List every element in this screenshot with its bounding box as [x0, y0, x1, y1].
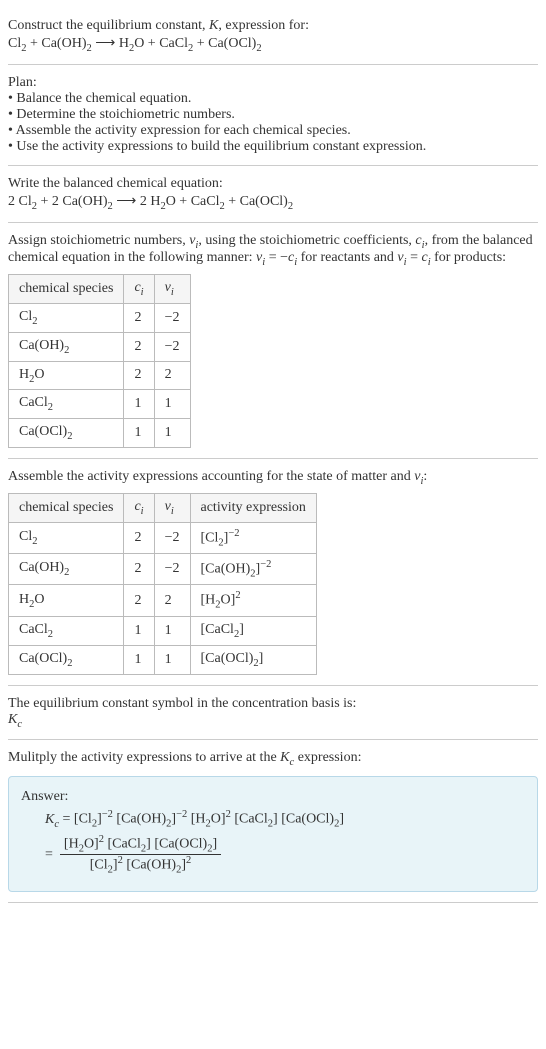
answer-label: Answer: [21, 789, 525, 805]
table-row: CaCl211 [9, 390, 191, 419]
answer-box: Answer: Kc = [Cl2]−2 [Ca(OH)2]−2 [H2O]2 … [8, 776, 538, 892]
col-species: chemical species [9, 275, 124, 304]
table-header-row: chemical species ci νi activity expressi… [9, 493, 317, 522]
answer-eq-line2: = [H2O]2 [CaCl2] [Ca(OCl)2] [Cl2]2 [Ca(O… [45, 834, 525, 876]
activity-table: chemical species ci νi activity expressi… [8, 493, 317, 675]
plan-item: • Use the activity expressions to build … [8, 139, 538, 155]
table-row: CaCl211[CaCl2] [9, 616, 317, 645]
multiply-heading: Mulitply the activity expressions to arr… [8, 750, 538, 768]
plan-heading: Plan: [8, 75, 538, 91]
table-row: H2O22[H2O]2 [9, 585, 317, 616]
activity-heading: Assemble the activity expressions accoun… [8, 469, 538, 487]
balanced-equation: 2 Cl2 + 2 Ca(OH)2 ⟶ 2 H2O + CaCl2 + Ca(O… [8, 192, 538, 212]
plan-item: • Assemble the activity expression for e… [8, 123, 538, 139]
symbol-text: The equilibrium constant symbol in the c… [8, 696, 538, 712]
stoich-table: chemical species ci νi Cl22−2 Ca(OH)22−2… [8, 274, 191, 448]
table-row: Cl22−2[Cl2]−2 [9, 522, 317, 553]
table-row: H2O22 [9, 361, 191, 390]
plan-section: Plan: • Balance the chemical equation. •… [8, 65, 538, 166]
col-expr: activity expression [190, 493, 316, 522]
table-row: Cl22−2 [9, 303, 191, 332]
intro-text: Construct the equilibrium constant, K, e… [8, 18, 538, 34]
col-species: chemical species [9, 493, 124, 522]
table-header-row: chemical species ci νi [9, 275, 191, 304]
intro-equation: Cl2 + Ca(OH)2 ⟶ H2O + CaCl2 + Ca(OCl)2 [8, 34, 538, 54]
multiply-section: Mulitply the activity expressions to arr… [8, 740, 538, 903]
balanced-heading: Write the balanced chemical equation: [8, 176, 538, 192]
balanced-section: Write the balanced chemical equation: 2 … [8, 166, 538, 223]
col-c: ci [124, 275, 154, 304]
col-c: ci [124, 493, 154, 522]
activity-section: Assemble the activity expressions accoun… [8, 459, 538, 686]
stoich-section: Assign stoichiometric numbers, νi, using… [8, 223, 538, 459]
answer-eq-line1: Kc = [Cl2]−2 [Ca(OH)2]−2 [H2O]2 [CaCl2] … [45, 809, 525, 829]
intro-section: Construct the equilibrium constant, K, e… [8, 8, 538, 65]
col-v: νi [154, 275, 190, 304]
stoich-text: Assign stoichiometric numbers, νi, using… [8, 233, 538, 269]
symbol-section: The equilibrium constant symbol in the c… [8, 686, 538, 741]
table-row: Ca(OCl)211[Ca(OCl)2] [9, 645, 317, 674]
symbol-kc: Kc [8, 712, 538, 730]
table-row: Ca(OH)22−2 [9, 332, 191, 361]
plan-item: • Determine the stoichiometric numbers. [8, 107, 538, 123]
plan-item: • Balance the chemical equation. [8, 91, 538, 107]
table-row: Ca(OCl)211 [9, 419, 191, 448]
col-v: νi [154, 493, 190, 522]
table-row: Ca(OH)22−2[Ca(OH)2]−2 [9, 554, 317, 585]
